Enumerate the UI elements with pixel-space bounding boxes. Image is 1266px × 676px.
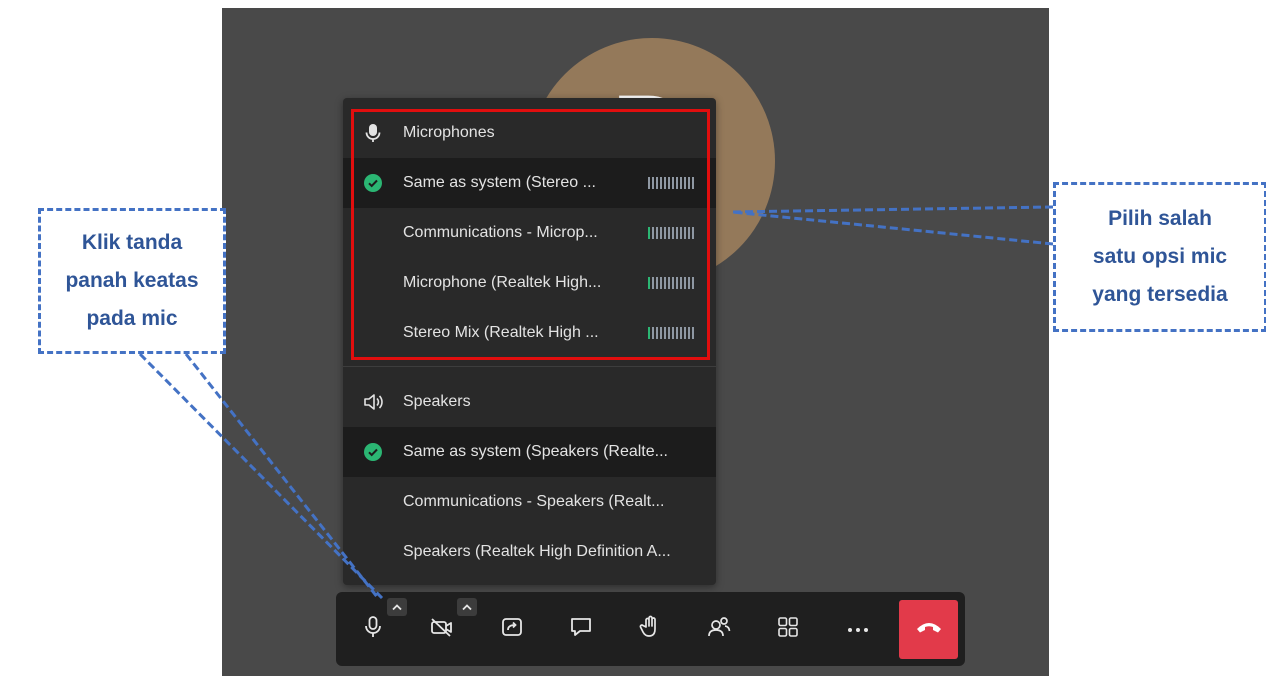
connector-line xyxy=(731,205,1054,214)
callout-line: satu opsi mic xyxy=(1092,245,1228,268)
callout-line: yang tersedia xyxy=(1092,283,1228,306)
callout-line: Klik tanda xyxy=(81,231,183,254)
callout-line: panah keatas xyxy=(65,269,199,292)
callout-line: pada mic xyxy=(86,307,178,330)
connector-line xyxy=(138,352,384,600)
callout-line: Pilih salah xyxy=(1108,207,1212,230)
annotation-callout-right: Pilih salah satu opsi mic yang tersedia xyxy=(1053,182,1266,332)
connector-line xyxy=(731,210,1054,246)
connector-line xyxy=(184,353,380,599)
annotation-callout-left: Klik tanda panah keatas pada mic xyxy=(38,208,226,354)
